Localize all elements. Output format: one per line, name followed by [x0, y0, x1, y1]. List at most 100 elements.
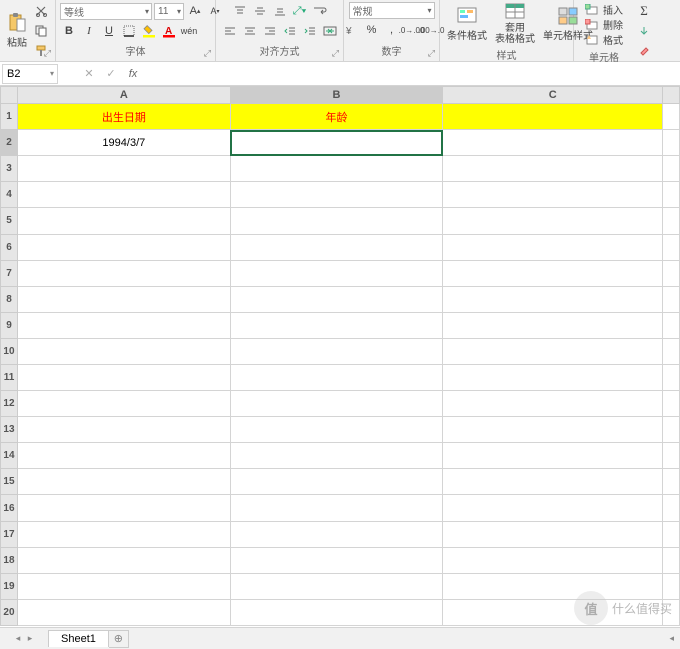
cell[interactable] — [663, 391, 680, 417]
cell[interactable] — [443, 130, 663, 156]
cell[interactable] — [443, 260, 663, 286]
increase-indent-button[interactable] — [301, 22, 319, 40]
align-center-button[interactable] — [241, 22, 259, 40]
cell[interactable] — [230, 573, 443, 599]
cell[interactable] — [230, 130, 443, 156]
cell[interactable] — [663, 286, 680, 312]
cell[interactable] — [17, 417, 230, 443]
cell[interactable]: 1994/3/7 — [17, 130, 230, 156]
row-header[interactable]: 20 — [1, 599, 18, 625]
cell[interactable] — [17, 234, 230, 260]
decrease-indent-button[interactable] — [281, 22, 299, 40]
cell[interactable] — [230, 365, 443, 391]
cell[interactable] — [17, 312, 230, 338]
cell[interactable] — [230, 417, 443, 443]
cell[interactable] — [230, 391, 443, 417]
cell[interactable] — [663, 521, 680, 547]
cell[interactable] — [663, 208, 680, 234]
row-header[interactable]: 3 — [1, 156, 18, 182]
cell[interactable] — [663, 443, 680, 469]
cell[interactable] — [663, 260, 680, 286]
cell[interactable] — [663, 156, 680, 182]
grow-font-button[interactable]: A▴ — [186, 2, 204, 20]
row-header[interactable]: 16 — [1, 495, 18, 521]
col-header[interactable]: C — [443, 87, 663, 104]
cell[interactable] — [663, 417, 680, 443]
cell[interactable] — [443, 286, 663, 312]
new-sheet-button[interactable]: ⊕ — [109, 630, 129, 648]
cell[interactable] — [230, 521, 443, 547]
insert-cells-button[interactable]: 插入 — [585, 2, 623, 17]
cell[interactable] — [17, 521, 230, 547]
number-launcher-icon[interactable]: ⤢ — [426, 48, 437, 59]
row-header[interactable]: 2 — [1, 130, 18, 156]
row-header[interactable]: 8 — [1, 286, 18, 312]
cell[interactable] — [230, 234, 443, 260]
cell[interactable] — [17, 365, 230, 391]
col-header[interactable]: A — [17, 87, 230, 104]
cell[interactable] — [230, 599, 443, 625]
cell[interactable] — [663, 130, 680, 156]
cell[interactable] — [17, 338, 230, 364]
font-size-select[interactable]: 11 — [154, 3, 184, 20]
fx-button[interactable]: fx — [122, 64, 144, 84]
conditional-format-button[interactable]: 条件格式 — [444, 6, 490, 42]
cell[interactable] — [17, 182, 230, 208]
row-header[interactable]: 17 — [1, 521, 18, 547]
cell[interactable] — [443, 495, 663, 521]
row-header[interactable]: 12 — [1, 391, 18, 417]
alignment-launcher-icon[interactable]: ⤢ — [330, 48, 341, 59]
row-header[interactable]: 7 — [1, 260, 18, 286]
cell[interactable] — [663, 338, 680, 364]
row-header[interactable]: 6 — [1, 234, 18, 260]
cell[interactable] — [230, 443, 443, 469]
cell[interactable] — [230, 208, 443, 234]
row-header[interactable]: 15 — [1, 469, 18, 495]
cell[interactable] — [17, 443, 230, 469]
select-all-corner[interactable] — [1, 87, 18, 104]
cell[interactable] — [17, 208, 230, 234]
decrease-decimal-button[interactable]: .00→.0 — [423, 21, 441, 39]
row-header[interactable]: 18 — [1, 547, 18, 573]
cell[interactable] — [230, 182, 443, 208]
cell[interactable] — [443, 156, 663, 182]
cell[interactable] — [663, 469, 680, 495]
align-left-button[interactable] — [221, 22, 239, 40]
font-color-button[interactable]: A — [160, 22, 178, 40]
cell[interactable] — [17, 156, 230, 182]
font-launcher-icon[interactable]: ⤢ — [202, 48, 213, 59]
bold-button[interactable]: B — [60, 22, 78, 40]
accounting-format-button[interactable]: ¥ — [343, 21, 361, 39]
cell[interactable] — [230, 312, 443, 338]
cell[interactable] — [230, 338, 443, 364]
sheet-tab[interactable]: Sheet1 — [48, 630, 109, 647]
cell[interactable] — [17, 599, 230, 625]
cell[interactable] — [663, 547, 680, 573]
cell[interactable] — [17, 469, 230, 495]
paste-button[interactable]: 粘贴 — [4, 13, 30, 49]
cell[interactable] — [443, 521, 663, 547]
enter-formula-button[interactable]: ✓ — [100, 64, 122, 84]
delete-cells-button[interactable]: 删除 — [585, 17, 623, 32]
clear-button[interactable] — [635, 42, 653, 60]
cell[interactable] — [443, 391, 663, 417]
row-header[interactable]: 4 — [1, 182, 18, 208]
cell[interactable] — [443, 469, 663, 495]
fill-button[interactable] — [635, 22, 653, 40]
cell[interactable] — [230, 156, 443, 182]
format-as-table-button[interactable]: 套用 表格格式 — [492, 2, 538, 45]
row-header[interactable]: 11 — [1, 365, 18, 391]
font-name-select[interactable]: 等线 — [60, 3, 152, 20]
cell[interactable] — [17, 573, 230, 599]
cell[interactable] — [17, 547, 230, 573]
cell[interactable] — [663, 312, 680, 338]
orientation-button[interactable]: ⤢▾ — [291, 2, 309, 20]
cell[interactable] — [663, 495, 680, 521]
cell[interactable] — [443, 104, 663, 130]
cell[interactable] — [230, 260, 443, 286]
cell[interactable] — [230, 469, 443, 495]
col-header[interactable]: B — [230, 87, 443, 104]
row-header[interactable]: 13 — [1, 417, 18, 443]
row-header[interactable]: 9 — [1, 312, 18, 338]
cell[interactable]: 出生日期 — [17, 104, 230, 130]
